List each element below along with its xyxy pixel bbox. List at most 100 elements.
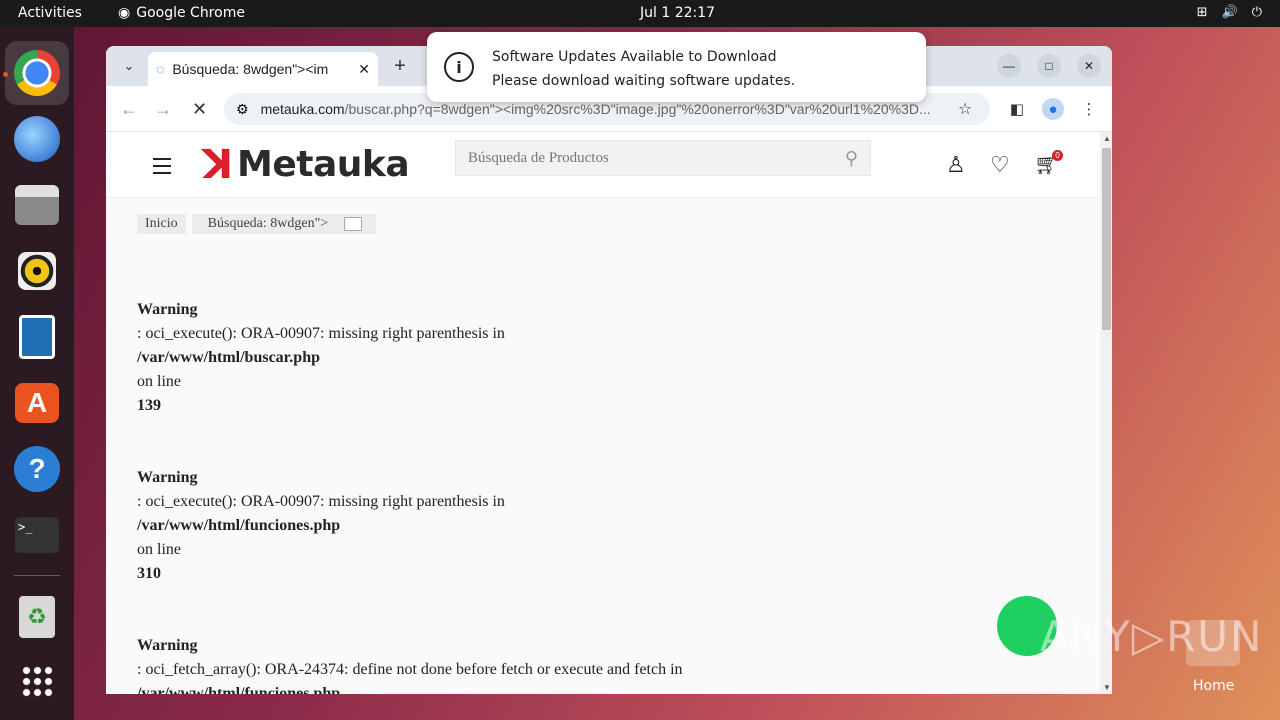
warning-file: /var/www/html/funciones.php (137, 517, 341, 534)
chrome-icon: ◉ (118, 5, 131, 21)
warning-block: Warning : oci_fetch_array(): ORA-24374: … (137, 634, 683, 694)
breadcrumb: Inicio Búsqueda: 8wdgen"> (137, 214, 382, 234)
warning-line: 139 (137, 397, 161, 414)
volume-icon: 🔊 (1221, 5, 1238, 20)
app-center-icon: A (15, 383, 59, 423)
product-search-input[interactable]: Búsqueda de Productos ⚲ (455, 140, 871, 176)
php-warnings: Warning : oci_execute(): ORA-00907: miss… (137, 298, 683, 694)
notification-banner[interactable]: i Software Updates Available to Download… (427, 32, 926, 102)
warning-title: Warning (137, 637, 198, 654)
running-indicator (3, 72, 8, 77)
scroll-down-icon[interactable]: ▼ (1103, 683, 1111, 692)
activities-button[interactable]: Activities (18, 5, 82, 21)
info-icon: i (444, 52, 474, 82)
dock-terminal[interactable]: >_ (5, 503, 69, 567)
minimize-button[interactable]: — (997, 54, 1021, 78)
loading-icon: ◌ (156, 61, 165, 77)
broken-image-icon (344, 216, 363, 231)
logo-mark: ꓘ (202, 141, 233, 188)
warning-title: Warning (137, 469, 198, 486)
maximize-button[interactable]: □ (1037, 54, 1061, 78)
menu-kebab-icon[interactable]: ⋮ (1078, 98, 1100, 120)
url-path: /buscar.php?q=8wdgen"><img%20src%3D"imag… (344, 101, 931, 117)
forward-button[interactable]: → (154, 99, 172, 120)
warning-message: : oci_execute(): ORA-00907: missing righ… (137, 493, 505, 510)
grid-icon (21, 665, 53, 697)
close-window-button[interactable]: ✕ (1077, 54, 1101, 78)
dock-app-center[interactable]: A (5, 371, 69, 435)
breadcrumb-current: Búsqueda: 8wdgen"> (191, 214, 377, 234)
warning-message: : oci_fetch_array(): ORA-24374: define n… (137, 661, 683, 678)
clock[interactable]: Jul 1 22:17 (640, 5, 715, 21)
logo-word: Metauka (237, 144, 410, 185)
dock-separator (14, 575, 60, 576)
profile-icon[interactable]: ● (1042, 98, 1064, 120)
back-button[interactable]: ← (120, 99, 138, 120)
system-tray[interactable]: ⊞ 🔊 ⏻ (1197, 5, 1262, 20)
dock-writer[interactable] (5, 305, 69, 369)
tab-active[interactable]: ◌ Búsqueda: 8wdgen"><im ✕ (148, 52, 378, 86)
plus-icon: + (394, 54, 406, 77)
active-app-menu[interactable]: ◉ Google Chrome (118, 5, 245, 21)
site-info-icon[interactable]: ⚙ (236, 101, 249, 118)
home-folder-label[interactable]: Home (1193, 678, 1234, 694)
show-apps-button[interactable] (5, 649, 69, 713)
web-page: ꓘ Metauka Búsqueda de Productos ⚲ ♙ ♡ 🛒︎… (106, 132, 1100, 694)
url-domain: metauka.com (260, 101, 345, 117)
warning-line: 310 (137, 565, 161, 582)
site-logo[interactable]: ꓘ Metauka (202, 141, 410, 188)
stop-button[interactable]: ✕ (192, 99, 207, 120)
dock-chrome[interactable] (5, 41, 69, 105)
warning-title: Warning (137, 301, 198, 318)
site-header: ꓘ Metauka Búsqueda de Productos ⚲ ♙ ♡ 🛒︎… (106, 132, 1100, 198)
writer-icon (19, 315, 55, 359)
scrollbar-thumb[interactable] (1102, 148, 1111, 330)
dock-thunderbird[interactable] (5, 107, 69, 171)
files-icon (15, 185, 59, 225)
dock-rhythmbox[interactable] (5, 239, 69, 303)
warning-file: /var/www/html/funciones.php (137, 685, 341, 694)
close-icon[interactable]: ✕ (358, 61, 370, 78)
new-tab-button[interactable]: + (388, 54, 412, 78)
rhythmbox-icon (18, 252, 56, 290)
help-icon: ? (14, 446, 60, 492)
breadcrumb-current-label: Búsqueda: 8wdgen"> (199, 214, 337, 233)
chevron-down-icon: ⌄ (123, 58, 135, 73)
dock-files[interactable] (5, 173, 69, 237)
maximize-icon: □ (1045, 59, 1053, 73)
thunderbird-icon (14, 116, 60, 162)
warning-block: Warning : oci_execute(): ORA-00907: miss… (137, 298, 683, 418)
warning-online: on line (137, 373, 181, 390)
trash-icon: ♻ (19, 596, 55, 638)
warning-block: Warning : oci_execute(): ORA-00907: miss… (137, 466, 683, 586)
side-panel-icon[interactable]: ◧ (1006, 98, 1028, 120)
system-top-bar: Activities ◉ Google Chrome Jul 1 22:17 ⊞ … (0, 0, 1280, 27)
scroll-up-icon[interactable]: ▲ (1103, 134, 1111, 143)
arrow-right-icon: → (154, 99, 172, 119)
url-text[interactable]: metauka.com/buscar.php?q=8wdgen"><img%20… (261, 101, 951, 117)
dock-trash[interactable]: ♻ (5, 585, 69, 649)
close-icon: ✕ (1083, 59, 1095, 73)
user-account-icon[interactable]: ♙ (946, 152, 966, 178)
active-app-label: Google Chrome (136, 5, 245, 21)
warning-file: /var/www/html/buscar.php (137, 349, 320, 366)
power-icon: ⏻ (1251, 5, 1262, 20)
dock-help[interactable]: ? (5, 437, 69, 501)
home-folder-icon[interactable] (1186, 620, 1240, 666)
notification-body: Please download waiting software updates… (492, 73, 796, 89)
minimize-icon: — (1003, 59, 1015, 73)
chrome-icon (14, 50, 60, 96)
wishlist-heart-icon[interactable]: ♡ (990, 152, 1010, 178)
terminal-icon: >_ (15, 517, 59, 553)
tab-search-button[interactable]: ⌄ (116, 53, 142, 79)
breadcrumb-home[interactable]: Inicio (137, 214, 186, 234)
tab-title: Búsqueda: 8wdgen"><im (172, 61, 329, 77)
bookmark-star-icon[interactable]: ☆ (958, 99, 972, 119)
warning-message: : oci_execute(): ORA-00907: missing righ… (137, 325, 505, 342)
network-icon: ⊞ (1196, 5, 1208, 20)
dock: A ? >_ ♻ (0, 27, 74, 720)
search-icon[interactable]: ⚲ (845, 148, 858, 169)
notification-title: Software Updates Available to Download (492, 49, 777, 65)
page-scrollbar[interactable]: ▲ ▼ (1100, 132, 1112, 694)
hamburger-menu-icon[interactable] (153, 158, 171, 179)
